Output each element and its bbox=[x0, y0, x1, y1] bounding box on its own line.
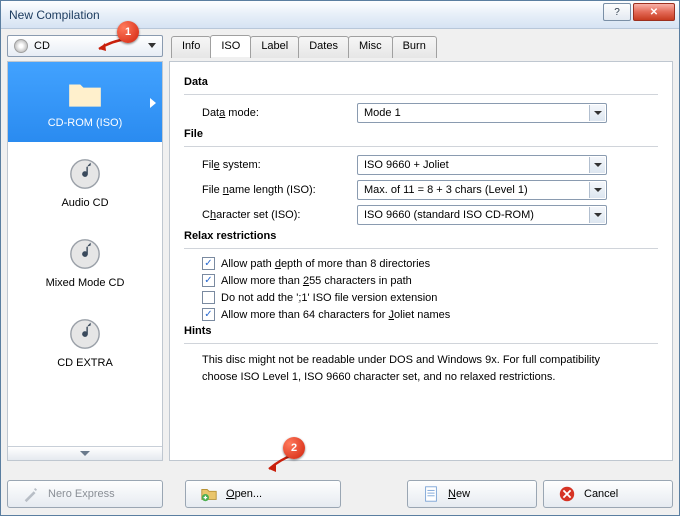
tab-info[interactable]: Info bbox=[171, 36, 211, 58]
chevron-down-icon bbox=[589, 157, 605, 173]
annotation-marker-1: 1 bbox=[117, 21, 139, 43]
checkbox-label: Allow more than 64 characters for Joliet… bbox=[221, 309, 450, 321]
tab-label[interactable]: Label bbox=[250, 36, 299, 58]
tab-iso[interactable]: ISO bbox=[210, 35, 251, 57]
label-data-mode: Data mode: bbox=[202, 107, 357, 119]
disc-type-label: CD bbox=[34, 40, 50, 52]
select-name-length[interactable]: Max. of 11 = 8 + 3 chars (Level 1) bbox=[357, 180, 607, 200]
checkbox-joliet-64[interactable]: ✓ bbox=[202, 308, 215, 321]
close-button[interactable] bbox=[633, 3, 675, 21]
button-label: New bbox=[448, 488, 470, 500]
disc-type-select[interactable]: CD bbox=[7, 35, 163, 57]
type-audio-cd[interactable]: Audio CD bbox=[8, 142, 162, 222]
checkbox-label: Do not add the ';1' ISO file version ext… bbox=[221, 292, 437, 304]
help-button[interactable] bbox=[603, 3, 631, 21]
type-cd-extra[interactable]: CD EXTRA bbox=[8, 302, 162, 382]
hints-text: This disc might not be readable under DO… bbox=[202, 352, 658, 385]
label-file-system: File system: bbox=[202, 159, 357, 171]
button-bar: Nero Express Open... New Cancel bbox=[7, 479, 673, 509]
annotation-marker-2: 2 bbox=[283, 437, 305, 459]
button-label: Cancel bbox=[584, 488, 618, 500]
type-label: Mixed Mode CD bbox=[46, 277, 125, 289]
cancel-icon bbox=[558, 485, 576, 503]
type-cdrom-iso[interactable]: CD-ROM (ISO) bbox=[8, 62, 162, 142]
section-file: File bbox=[184, 128, 658, 140]
scroll-down-button[interactable] bbox=[8, 446, 162, 460]
tab-misc[interactable]: Misc bbox=[348, 36, 393, 58]
type-mixed-mode[interactable]: Mixed Mode CD bbox=[8, 222, 162, 302]
chevron-down-icon bbox=[589, 182, 605, 198]
checkbox-label: Allow path depth of more than 8 director… bbox=[221, 258, 430, 270]
wand-icon bbox=[22, 485, 40, 503]
open-button[interactable]: Open... bbox=[185, 480, 341, 508]
chevron-down-icon bbox=[589, 207, 605, 223]
select-file-system[interactable]: ISO 9660 + Joliet bbox=[357, 155, 607, 175]
disc-extra-icon bbox=[66, 315, 104, 353]
chevron-down-icon bbox=[589, 105, 605, 121]
section-hints: Hints bbox=[184, 325, 658, 337]
tab-dates[interactable]: Dates bbox=[298, 36, 349, 58]
type-label: CD-ROM (ISO) bbox=[48, 117, 123, 129]
select-charset[interactable]: ISO 9660 (standard ISO CD-ROM) bbox=[357, 205, 607, 225]
type-label: Audio CD bbox=[61, 197, 108, 209]
button-label: Nero Express bbox=[48, 488, 115, 500]
checkbox-path-depth[interactable]: ✓ bbox=[202, 257, 215, 270]
titlebar: New Compilation bbox=[1, 1, 679, 29]
document-new-icon bbox=[422, 485, 440, 503]
iso-settings-panel: Data Data mode: Mode 1 File File system:… bbox=[169, 61, 673, 461]
tab-burn[interactable]: Burn bbox=[392, 36, 437, 58]
button-label: Open... bbox=[226, 488, 262, 500]
nero-express-button[interactable]: Nero Express bbox=[7, 480, 163, 508]
section-relax: Relax restrictions bbox=[184, 230, 658, 242]
label-name-length: File name length (ISO): bbox=[202, 184, 357, 196]
tab-strip: Info ISO Label Dates Misc Burn bbox=[171, 35, 436, 57]
label-charset: Character set (ISO): bbox=[202, 209, 357, 221]
folder-open-icon bbox=[200, 485, 218, 503]
disc-music-icon bbox=[66, 155, 104, 193]
checkbox-label: Allow more than 255 characters in path bbox=[221, 275, 412, 287]
section-data: Data bbox=[184, 76, 658, 88]
dialog-window: New Compilation 1 CD Info ISO Label Date… bbox=[0, 0, 680, 516]
checkbox-path-255[interactable]: ✓ bbox=[202, 274, 215, 287]
cancel-button[interactable]: Cancel bbox=[543, 480, 673, 508]
disc-mixed-icon bbox=[66, 235, 104, 273]
compilation-type-list: CD-ROM (ISO) Audio CD Mixed Mode CD CD E… bbox=[7, 61, 163, 461]
chevron-down-icon bbox=[148, 43, 156, 48]
folder-icon bbox=[66, 75, 104, 113]
disc-icon bbox=[14, 39, 28, 53]
select-data-mode[interactable]: Mode 1 bbox=[357, 103, 607, 123]
checkbox-no-ext[interactable] bbox=[202, 291, 215, 304]
window-title: New Compilation bbox=[9, 8, 100, 22]
new-button[interactable]: New bbox=[407, 480, 537, 508]
type-label: CD EXTRA bbox=[57, 357, 113, 369]
